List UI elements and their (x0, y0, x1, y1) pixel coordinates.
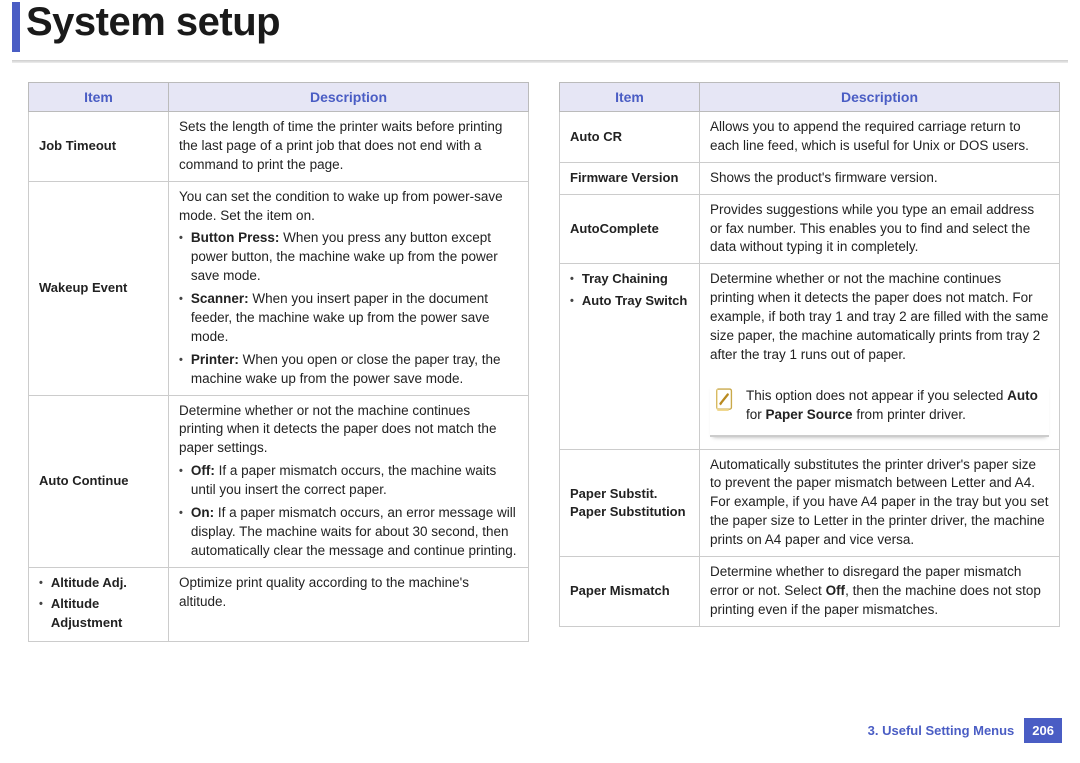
item-label: Auto CR (560, 112, 700, 163)
bullet-icon: • (179, 504, 183, 561)
content-columns: Item Description Job Timeout Sets the le… (28, 82, 1060, 703)
note-text: This option does not appear if you selec… (746, 387, 1045, 425)
right-column: Item Description Auto CR Allows you to a… (559, 82, 1060, 703)
note-icon (714, 387, 736, 413)
col-header-desc: Description (700, 83, 1060, 112)
list-item: • Button Press: When you press any butto… (179, 229, 518, 286)
bullet-icon: • (179, 229, 183, 286)
item-label: Wakeup Event (29, 181, 169, 395)
page-title: System setup (26, 0, 280, 45)
item-label: Firmware Version (560, 162, 700, 194)
left-column: Item Description Job Timeout Sets the le… (28, 82, 529, 703)
list-item: • Printer: When you open or close the pa… (179, 351, 518, 389)
page-number: 206 (1024, 718, 1062, 743)
note-box: This option does not appear if you selec… (710, 383, 1049, 437)
item-label: Job Timeout (29, 112, 169, 182)
item-label: Auto Continue (29, 395, 169, 567)
table-row: Wakeup Event You can set the condition t… (29, 181, 529, 395)
table-row: Firmware Version Shows the product's fir… (560, 162, 1060, 194)
item-desc: Automatically substitutes the printer dr… (700, 449, 1060, 556)
list-item: • On: If a paper mismatch occurs, an err… (179, 504, 518, 561)
bullet-icon: • (570, 270, 574, 289)
item-desc: Determine whether to disregard the paper… (700, 557, 1060, 627)
chapter-label: 3. Useful Setting Menus (868, 723, 1015, 738)
table-row: Paper Substit. Paper Substitution Automa… (560, 449, 1060, 556)
item-label: Paper Substit. Paper Substitution (560, 449, 700, 556)
table-row: Paper Mismatch Determine whether to disr… (560, 557, 1060, 627)
table-row: Auto CR Allows you to append the require… (560, 112, 1060, 163)
table-row: Job Timeout Sets the length of time the … (29, 112, 529, 182)
table-row: •Tray Chaining •Auto Tray Switch Determi… (560, 264, 1060, 449)
table-row: AutoComplete Provides suggestions while … (560, 194, 1060, 264)
item-desc: Determine whether or not the machine con… (169, 395, 529, 567)
col-header-item: Item (560, 83, 700, 112)
item-label: AutoComplete (560, 194, 700, 264)
bullet-icon: • (179, 290, 183, 347)
item-label: •Tray Chaining •Auto Tray Switch (560, 264, 700, 449)
table-row: •Altitude Adj. •Altitude Adjustment Opti… (29, 567, 529, 641)
bullet-icon: • (39, 574, 43, 593)
left-table: Item Description Job Timeout Sets the le… (28, 82, 529, 642)
item-desc: Optimize print quality according to the … (169, 567, 529, 641)
item-desc: Determine whether or not the machine con… (700, 264, 1060, 449)
list-item: • Scanner: When you insert paper in the … (179, 290, 518, 347)
table-row: Auto Continue Determine whether or not t… (29, 395, 529, 567)
item-desc: Shows the product's firmware version. (700, 162, 1060, 194)
bullet-icon: • (570, 292, 574, 311)
item-desc: Provides suggestions while you type an e… (700, 194, 1060, 264)
list-item: • Off: If a paper mismatch occurs, the m… (179, 462, 518, 500)
bullet-icon: • (39, 595, 43, 631)
page-footer: 3. Useful Setting Menus 206 (868, 718, 1062, 743)
item-label: •Altitude Adj. •Altitude Adjustment (29, 567, 169, 641)
bullet-icon: • (179, 462, 183, 500)
bullet-icon: • (179, 351, 183, 389)
right-table: Item Description Auto CR Allows you to a… (559, 82, 1060, 627)
item-desc: Sets the length of time the printer wait… (169, 112, 529, 182)
item-desc: Allows you to append the required carria… (700, 112, 1060, 163)
col-header-desc: Description (169, 83, 529, 112)
item-desc: You can set the condition to wake up fro… (169, 181, 529, 395)
title-divider (12, 60, 1068, 63)
col-header-item: Item (29, 83, 169, 112)
item-label: Paper Mismatch (560, 557, 700, 627)
title-accent-bar (12, 2, 20, 52)
